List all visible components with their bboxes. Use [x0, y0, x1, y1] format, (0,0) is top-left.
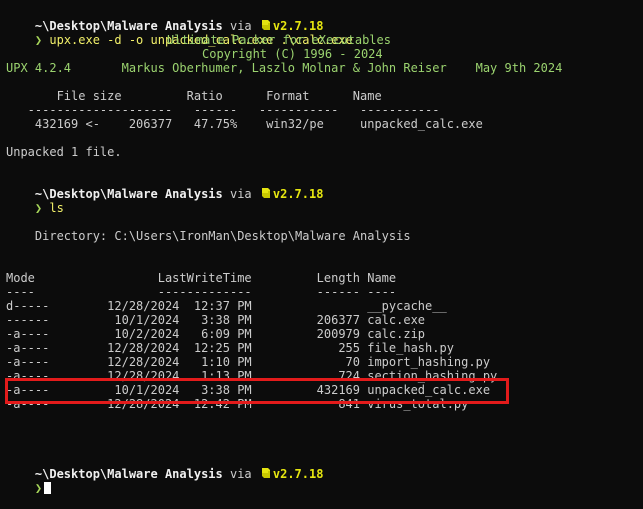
python-icon: [261, 468, 270, 478]
listing-row: -a---- 12/28/2024 12:25 PM 255 file_hash…: [6, 341, 454, 355]
listing-header: Mode LastWriteTime Length Name: [6, 271, 397, 285]
ls-command: ls: [42, 201, 64, 215]
upx-table-separator: -------------------- ------ ----------- …: [6, 103, 440, 117]
prompt-path: ~\Desktop\Malware Analysis: [34, 467, 223, 481]
upx-title: Ultimate Packer for eXecutables: [167, 33, 391, 47]
directory-line: Directory: C:\Users\IronMan\Desktop\Malw…: [6, 229, 411, 243]
python-version: v2.7.18: [272, 187, 324, 201]
prompt-line: ~\Desktop\Malware Analysis via v2.7.18: [6, 5, 324, 33]
listing-separator: ---- ------------- ------ ----: [6, 285, 397, 299]
prompt-line: ~\Desktop\Malware Analysis via v2.7.18: [6, 453, 324, 481]
prompt-arrow: ❯: [34, 481, 43, 495]
listing-row: d----- 12/28/2024 12:37 PM __pycache__: [6, 299, 447, 313]
command-line: ❯ ls: [6, 187, 64, 215]
input-line[interactable]: ❯: [6, 467, 52, 495]
python-version: v2.7.18: [272, 467, 324, 481]
upx-table-header: File size Ratio Format Name: [6, 89, 382, 103]
listing-row: -a---- 10/2/2024 6:09 PM 200979 calc.zip: [6, 327, 426, 341]
prompt-line: ~\Desktop\Malware Analysis via v2.7.18: [6, 173, 324, 201]
prompt-via: via: [222, 187, 259, 201]
upx-table-row: 432169 <- 206377 47.75% win32/pe unpacke…: [6, 117, 483, 131]
upx-version-line: UPX 4.2.4 Markus Oberhumer, Laszlo Molna…: [6, 61, 563, 75]
upx-copyright: Copyright (C) 1996 - 2024: [202, 47, 383, 61]
highlight-box: [5, 378, 509, 404]
command-line: ❯ upx.exe -d -o unpacked_calc.exe .\calc…: [6, 19, 353, 47]
prompt-via: via: [222, 467, 259, 481]
listing-row: ------ 10/1/2024 3:38 PM 206377 calc.exe: [6, 313, 426, 327]
python-icon: [261, 188, 270, 198]
upx-summary: Unpacked 1 file.: [6, 145, 122, 159]
listing-row: -a---- 12/28/2024 1:10 PM 70 import_hash…: [6, 355, 491, 369]
